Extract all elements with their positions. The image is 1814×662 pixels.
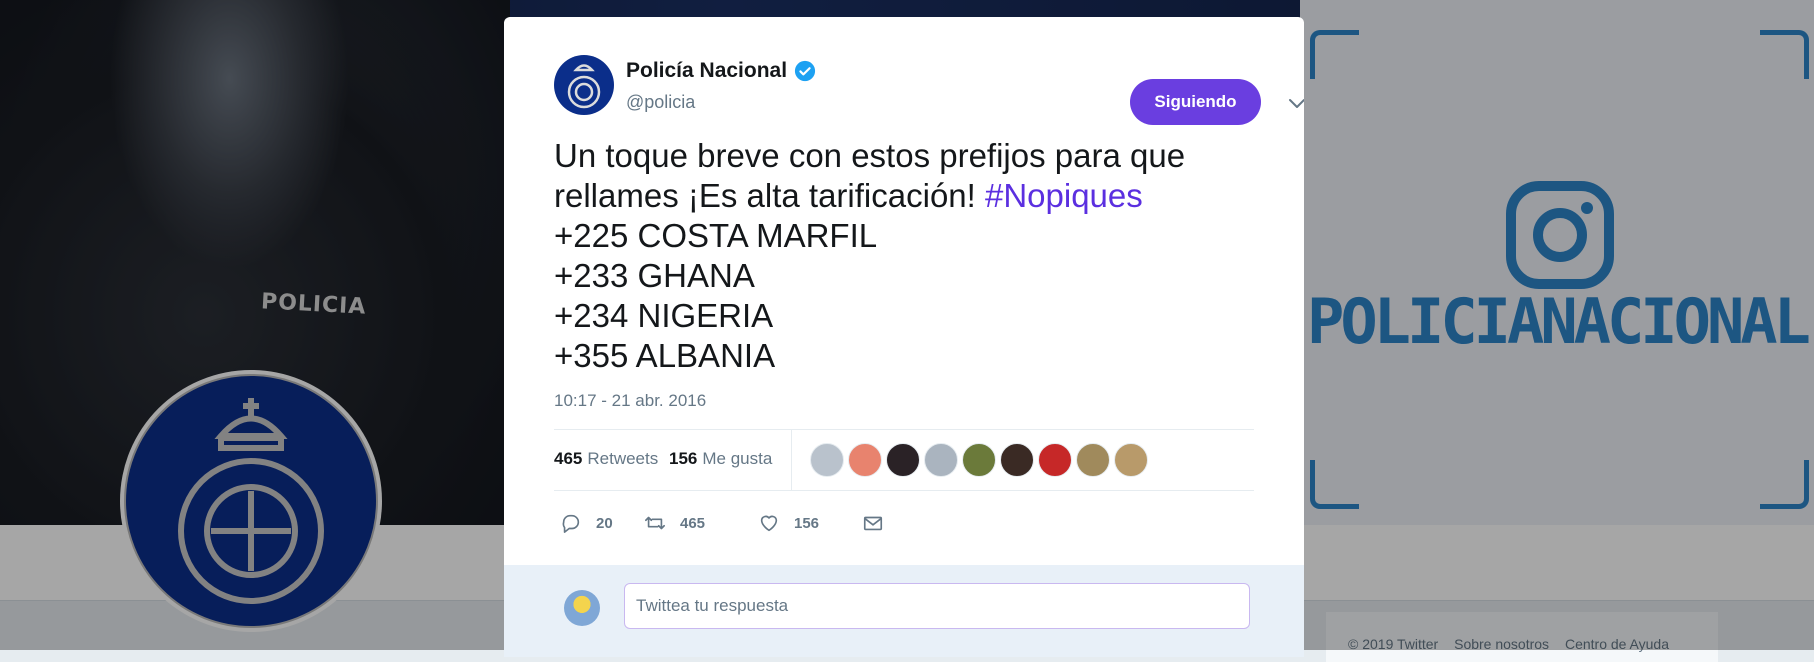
tweet-timestamp[interactable]: 10:17 - 21 abr. 2016 [554, 391, 706, 411]
tweet-text-line: Un toque breve con estos prefijos para q… [554, 137, 1186, 174]
tweet-modal: Policía Nacional @policia Siguiendo Un t… [504, 17, 1304, 657]
author-avatar[interactable] [554, 55, 614, 115]
retweets-label: Retweets [587, 449, 659, 468]
tweet-text-line: +233 GHANA [554, 257, 755, 294]
reply-icon [562, 514, 580, 533]
author-handle[interactable]: @policia [626, 92, 695, 113]
envelope-icon [863, 516, 883, 531]
retweet-action[interactable]: 465 [644, 512, 705, 534]
reply-input[interactable] [624, 583, 1250, 629]
like-count: 156 [794, 514, 820, 532]
author-name-line: Policía Nacional [626, 59, 816, 83]
verified-badge-icon [794, 60, 816, 82]
likes-label: Me gusta [702, 449, 773, 468]
liker-avatar[interactable] [1038, 443, 1072, 477]
tweet-text-line: +225 COSTA MARFIL [554, 217, 878, 254]
tweet-text-line: +234 NIGERIA [554, 297, 774, 334]
liker-avatar[interactable] [924, 443, 958, 477]
tweet-header: Policía Nacional @policia Siguiendo [554, 55, 1304, 125]
reply-count: 20 [596, 514, 613, 532]
retweet-icon [645, 516, 665, 530]
like-action[interactable]: 156 [758, 512, 819, 534]
tweet-text-line: +355 ALBANIA [554, 337, 776, 374]
retweet-count: 465 [680, 514, 706, 532]
likes-stat[interactable]: 156 Me gusta [669, 449, 772, 469]
liker-avatar[interactable] [1114, 443, 1148, 477]
tweet-stats: 465 Retweets 156 Me gusta [554, 429, 1254, 491]
reply-box [504, 565, 1304, 657]
liker-avatar[interactable] [962, 443, 996, 477]
following-button[interactable]: Siguiendo [1130, 79, 1261, 125]
hashtag-link[interactable]: #Nopiques [985, 177, 1143, 214]
stats-divider [791, 430, 792, 490]
tweet-actions: 20 465 156 [554, 502, 1254, 542]
retweets-count: 465 [554, 449, 583, 468]
user-avatar[interactable] [564, 590, 600, 626]
chevron-down-icon[interactable] [1287, 93, 1304, 113]
reply-action[interactable]: 20 [560, 512, 613, 534]
liker-avatar[interactable] [886, 443, 920, 477]
liker-avatars [810, 443, 1152, 477]
direct-message-action[interactable] [862, 512, 898, 534]
liker-avatar[interactable] [848, 443, 882, 477]
liker-avatar[interactable] [1076, 443, 1110, 477]
liker-avatar[interactable] [1000, 443, 1034, 477]
retweets-stat[interactable]: 465 Retweets [554, 449, 658, 469]
heart-icon [760, 515, 778, 532]
author-name[interactable]: Policía Nacional [626, 59, 787, 83]
liker-avatar[interactable] [810, 443, 844, 477]
tweet-text-line: rellames ¡Es alta tarificación! [554, 177, 985, 214]
police-emblem-icon [567, 64, 601, 109]
likes-count: 156 [669, 449, 698, 468]
tweet-text: Un toque breve con estos prefijos para q… [554, 136, 1254, 376]
